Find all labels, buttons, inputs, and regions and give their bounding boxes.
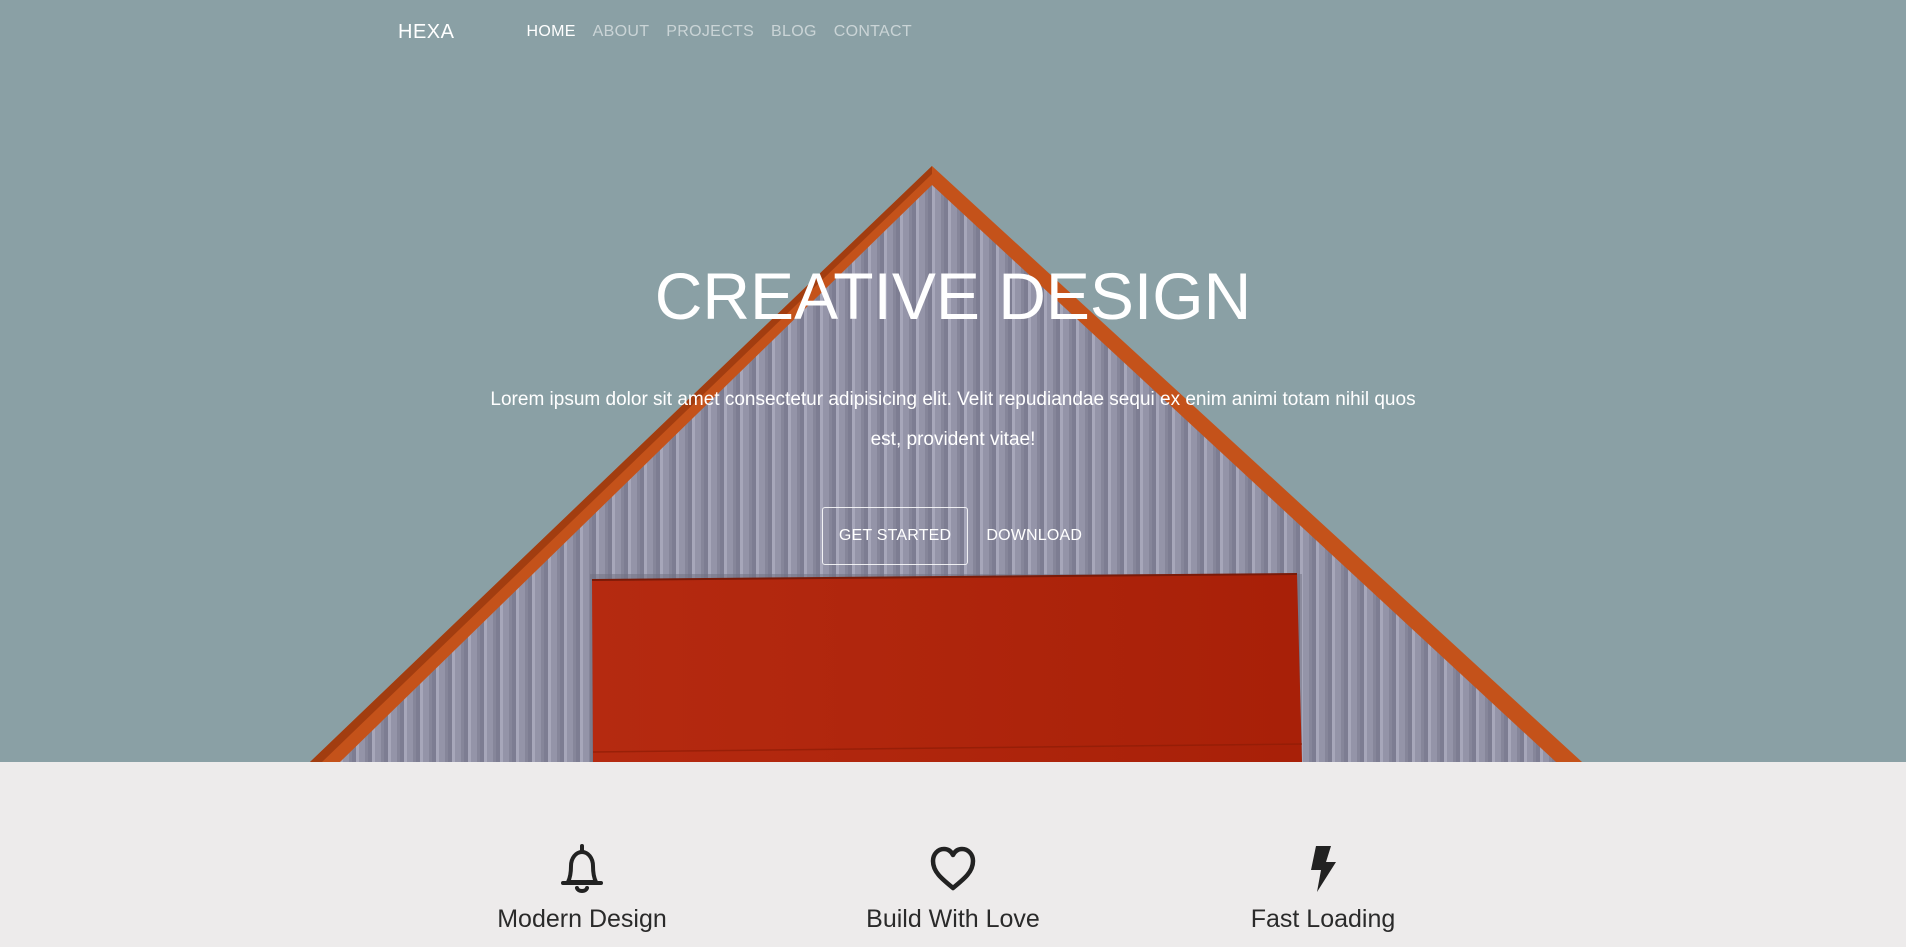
hero-description: Lorem ipsum dolor sit amet consectetur a… <box>490 389 1416 450</box>
top-navbar: HEXA HOME ABOUT PROJECTS BLOG CONTACT <box>398 18 912 46</box>
bell-icon <box>561 844 603 893</box>
feature-modern-design: Modern Design <box>432 842 732 936</box>
feature-title: Fast Loading <box>1250 905 1396 933</box>
nav-item-about[interactable]: ABOUT <box>593 23 650 41</box>
heart-icon <box>930 846 976 891</box>
feature-title: Build With Love <box>866 905 1040 933</box>
nav-item-projects[interactable]: PROJECTS <box>666 23 754 41</box>
nav-item-home[interactable]: HOME <box>526 23 575 41</box>
brand-logo[interactable]: HEXA <box>398 21 454 44</box>
nav-menu: HOME ABOUT PROJECTS BLOG CONTACT <box>526 23 912 41</box>
feature-title: Modern Design <box>497 905 667 933</box>
hero-title: CREATIVE DESIGN <box>654 259 1252 333</box>
lightning-icon <box>1311 846 1336 892</box>
download-button[interactable]: DOWNLOAD <box>984 507 1084 565</box>
feature-fast-loading: Fast Loading <box>1173 842 1473 936</box>
features-section: Modern Design Build With Love Fast Loadi… <box>0 762 1906 947</box>
feature-build-with-love: Build With Love <box>803 842 1103 936</box>
hero-actions: GET STARTED DOWNLOAD <box>0 507 1906 565</box>
nav-item-contact[interactable]: CONTACT <box>834 23 912 41</box>
get-started-button[interactable]: GET STARTED <box>821 507 969 565</box>
hero-content: CREATIVE DESIGN Lorem ipsum dolor sit am… <box>0 0 1906 762</box>
nav-item-blog[interactable]: BLOG <box>771 23 817 41</box>
